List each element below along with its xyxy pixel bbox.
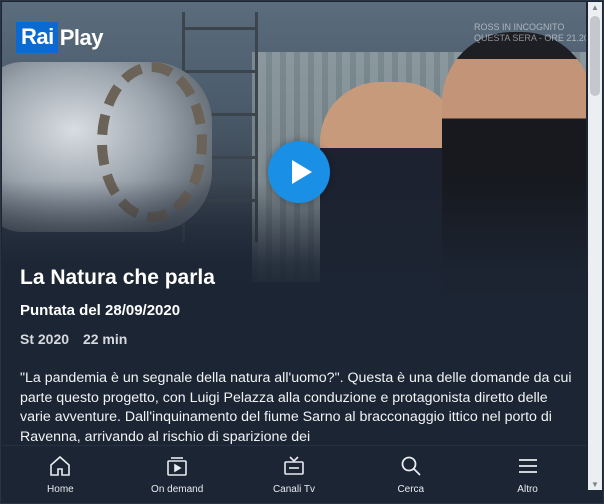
on-demand-icon — [167, 456, 187, 476]
episode-date: Puntata del 28/09/2020 — [20, 302, 181, 319]
channel-watermark: ROSS IN INCOGNITO QUESTA SERA - ORE 21.2… — [474, 22, 586, 43]
tab-altro[interactable]: Altro — [473, 454, 583, 495]
tab-cerca[interactable]: Cerca — [356, 454, 466, 495]
raiplay-logo[interactable]: Rai Play — [16, 22, 104, 53]
tab-on-demand[interactable]: On demand — [122, 454, 232, 495]
bottom-tab-bar: Home On demand Canali Tv Cerca Altro — [2, 445, 586, 502]
home-icon — [50, 455, 71, 476]
logo-play: Play — [59, 24, 104, 50]
tab-label: Altro — [517, 483, 538, 495]
logo-rai: Rai — [16, 22, 58, 53]
duration-label: 22 min — [82, 331, 128, 347]
tab-canali-tv[interactable]: Canali Tv — [239, 454, 349, 495]
program-title: La Natura che parla — [20, 266, 215, 289]
scroll-down-icon[interactable]: ▼ — [591, 480, 599, 489]
season-label: St 2020 — [20, 331, 70, 347]
scrollbar[interactable]: ▲ ▼ — [588, 2, 602, 490]
tab-label: Cerca — [397, 483, 425, 495]
tab-label: On demand — [151, 483, 204, 495]
search-icon — [401, 456, 421, 476]
menu-icon — [518, 458, 537, 473]
program-description: "La pandemia è un segnale della natura a… — [20, 370, 572, 445]
program-meta: St 2020 22 min — [20, 331, 127, 347]
tab-label: Canali Tv — [272, 483, 316, 495]
scrollbar-thumb[interactable] — [590, 16, 600, 96]
tab-label: Home — [47, 483, 74, 495]
scroll-up-icon[interactable]: ▲ — [591, 3, 599, 12]
tv-icon — [284, 455, 304, 475]
play-icon — [292, 160, 312, 184]
tab-home[interactable]: Home — [5, 454, 115, 495]
play-button[interactable] — [268, 141, 330, 203]
